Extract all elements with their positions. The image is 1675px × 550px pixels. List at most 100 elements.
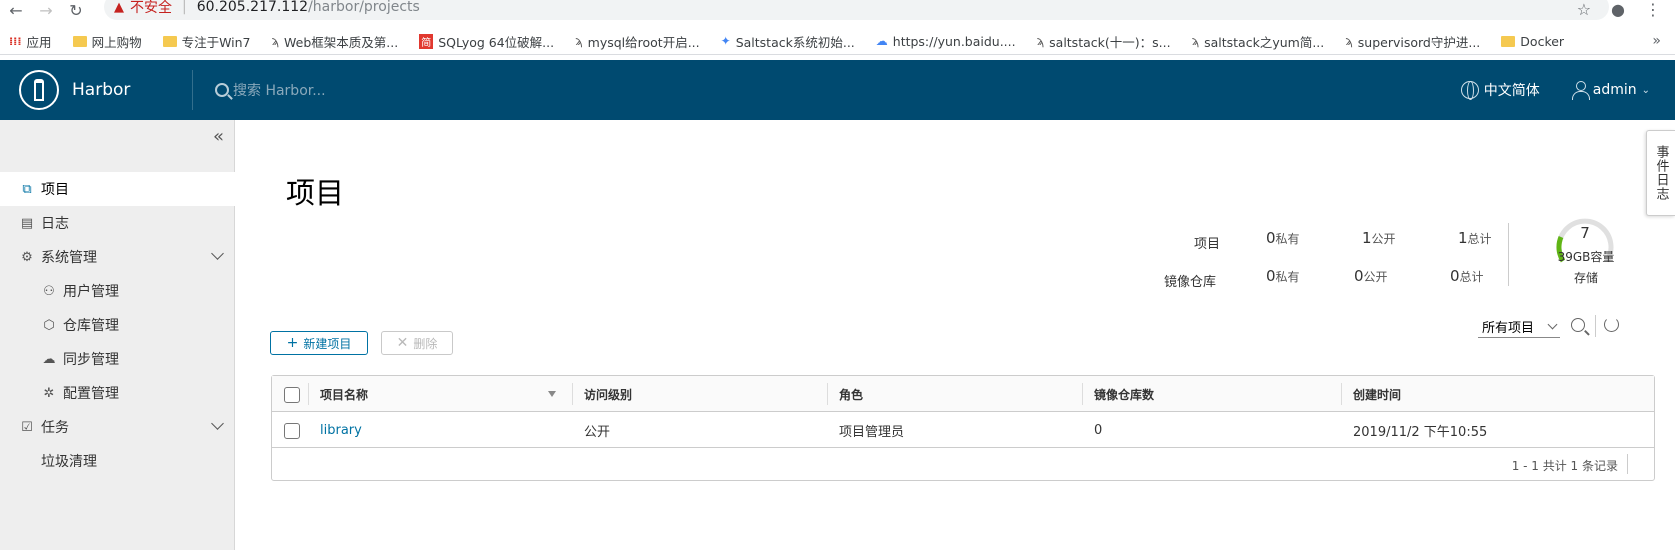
- user-menu[interactable]: admin ⌄: [1571, 81, 1650, 100]
- access-level: 公开: [584, 424, 611, 440]
- browser-actions: ☆ ● ⋮: [1577, 0, 1661, 19]
- stat-projects-public: 1公开: [1362, 229, 1396, 247]
- projects-table: 项目名称 访问级别 角色 镜像仓库数 创建时间 library 公开 项目管理员…: [271, 375, 1655, 481]
- stats-divider: [1508, 223, 1509, 286]
- new-project-button[interactable]: + 新建项目: [270, 331, 368, 355]
- kebab-menu-icon[interactable]: ⋮: [1645, 0, 1661, 19]
- fish-icon: ϡ: [1191, 34, 1200, 48]
- column-header-role[interactable]: 角色: [839, 376, 863, 412]
- project-filter-select[interactable]: 所有项目: [1478, 316, 1560, 338]
- collapse-sidebar-icon[interactable]: «: [213, 126, 224, 147]
- storage-value: 7: [1580, 224, 1590, 242]
- stat-repos-public: 0公开: [1354, 267, 1388, 285]
- account-icon[interactable]: ●: [1611, 0, 1625, 19]
- page-title: 项目: [286, 176, 345, 210]
- folder-icon: [1501, 35, 1516, 47]
- app-header: Harbor 搜索 Harbor... 中文简体 admin ⌄: [0, 60, 1675, 120]
- toolbar-divider: [1595, 315, 1596, 337]
- multicolor-icon: ✦: [720, 34, 731, 48]
- bookmarks-bar: ⁞⁞⁞ 应用 网上购物 专注于Win7 ϡ Web框架本质及第... 简 SQLyog…: [0, 28, 1675, 55]
- storage-capacity: 39GB容量: [1557, 250, 1615, 264]
- sidebar-item-logs[interactable]: ▤ 日志: [0, 206, 235, 240]
- username: admin: [1592, 82, 1637, 98]
- search-icon[interactable]: [1571, 318, 1585, 332]
- close-icon: ✕: [396, 335, 409, 351]
- bookmark-mysql[interactable]: ϡ mysql给root开启...: [575, 32, 700, 51]
- table-row[interactable]: library 公开 项目管理员 0 2019/11/2 下午10:55: [272, 412, 1654, 448]
- chevron-down-icon: ⌄: [1641, 84, 1650, 96]
- refresh-icon[interactable]: [1604, 317, 1619, 332]
- reload-icon[interactable]: ↻: [64, 1, 88, 20]
- stat-projects-private: 0私有: [1266, 229, 1300, 247]
- bookmark-supervisord[interactable]: ϡ supervisord守护进...: [1345, 32, 1480, 51]
- sidebar-item-replication[interactable]: ☁ 同步管理: [0, 342, 235, 376]
- column-header-repo-count[interactable]: 镜像仓库数: [1094, 376, 1154, 412]
- bookmarks-overflow-icon[interactable]: »: [1652, 33, 1661, 49]
- chevron-down-icon: [211, 247, 224, 260]
- filter-icon[interactable]: [548, 391, 556, 397]
- sidebar-item-projects[interactable]: ⧉ 项目: [0, 172, 235, 206]
- bookmark-saltstack-11[interactable]: ϡ saltstack(十一)：s...: [1037, 32, 1171, 51]
- bookmark-sqlyog[interactable]: 简 SQLyog 64位破解...: [419, 32, 554, 51]
- config-icon: ✲: [43, 385, 55, 401]
- column-header-access[interactable]: 访问级别: [584, 376, 632, 412]
- sidebar: « ⧉ 项目 ▤ 日志 ⚙ 系统管理 ⚇ 用户管理 ⬡ 仓库管理 ☁ 同步管理 …: [0, 120, 235, 550]
- fish-icon: ϡ: [271, 34, 280, 48]
- creation-time: 2019/11/2 下午10:55: [1353, 424, 1488, 440]
- bookmark-baidu-yun[interactable]: ☁ https://yun.baidu....: [876, 34, 1016, 49]
- tasks-icon: ☑: [21, 419, 33, 435]
- bookmark-apps[interactable]: ⁞⁞⁞ 应用: [9, 32, 52, 51]
- url-host: 60.205.217.112: [196, 0, 309, 15]
- bookmark-shopping[interactable]: 网上购物: [72, 32, 142, 51]
- folder-icon: [72, 35, 87, 47]
- url-field[interactable]: ▲ 不安全 | 60.205.217.112/harbor/projects: [104, 0, 1609, 20]
- sidebar-item-administration[interactable]: ⚙ 系统管理: [0, 240, 235, 274]
- bookmark-win7[interactable]: 专注于Win7: [162, 32, 251, 51]
- replication-icon: ☁: [42, 351, 56, 367]
- fish-icon: ϡ: [575, 34, 583, 48]
- language-selector[interactable]: 中文简体: [1460, 80, 1540, 100]
- search-icon: [215, 83, 229, 97]
- sidebar-item-registries[interactable]: ⬡ 仓库管理: [0, 308, 235, 342]
- insecure-label: 不安全: [130, 0, 172, 16]
- row-checkbox[interactable]: [284, 423, 300, 439]
- sidebar-item-users[interactable]: ⚇ 用户管理: [0, 274, 235, 308]
- harbor-logo-icon[interactable]: [19, 70, 59, 110]
- stat-repos-private: 0私有: [1266, 267, 1300, 285]
- stat-projects-total: 1总计: [1458, 229, 1492, 247]
- column-header-name[interactable]: 项目名称: [320, 376, 368, 412]
- bookmark-docker[interactable]: Docker: [1501, 34, 1564, 49]
- forward-arrow-icon[interactable]: →: [34, 1, 58, 20]
- project-name-link[interactable]: library: [320, 412, 362, 448]
- footer-divider: [1627, 454, 1628, 474]
- folder-icon: [162, 35, 177, 47]
- star-icon[interactable]: ☆: [1577, 0, 1591, 19]
- pagination-summary: 1 - 1 共计 1 条记录: [1511, 459, 1618, 473]
- delete-button[interactable]: ✕ 删除: [381, 331, 453, 355]
- stat-projects-label: 项目: [1194, 237, 1221, 252]
- column-header-created[interactable]: 创建时间: [1353, 376, 1401, 412]
- bookmark-saltstack-yum[interactable]: ϡ saltstack之yum简...: [1192, 32, 1325, 51]
- bookmark-web-framework[interactable]: ϡ Web框架本质及第...: [272, 32, 399, 51]
- user-icon: [1571, 81, 1590, 100]
- table-header: 项目名称 访问级别 角色 镜像仓库数 创建时间: [272, 376, 1654, 412]
- chevron-down-icon: [1547, 319, 1558, 330]
- fish-icon: ϡ: [1036, 34, 1045, 48]
- sidebar-item-configuration[interactable]: ✲ 配置管理: [0, 376, 235, 410]
- fish-icon: ϡ: [1345, 34, 1353, 48]
- url-path: /harbor/projects: [308, 0, 420, 15]
- stat-repos-total: 0总计: [1450, 267, 1484, 285]
- admin-icon: ⚙: [21, 249, 33, 265]
- select-all-checkbox[interactable]: [284, 387, 300, 403]
- brand-name[interactable]: Harbor: [72, 80, 192, 100]
- global-search[interactable]: 搜索 Harbor...: [215, 80, 326, 100]
- language-label: 中文简体: [1483, 83, 1540, 99]
- back-arrow-icon[interactable]: ←: [4, 1, 28, 20]
- sidebar-item-tasks[interactable]: ☑ 任务: [0, 410, 235, 444]
- registry-icon: ⬡: [43, 317, 55, 333]
- globe-icon: [1460, 81, 1479, 100]
- event-log-tab[interactable]: 事件日志: [1646, 130, 1675, 216]
- sidebar-item-garbage-collection[interactable]: 垃圾清理: [0, 444, 235, 478]
- storage-gauge: [1556, 218, 1614, 263]
- bookmark-saltstack-init[interactable]: ✦ Saltstack系统初始...: [721, 32, 855, 51]
